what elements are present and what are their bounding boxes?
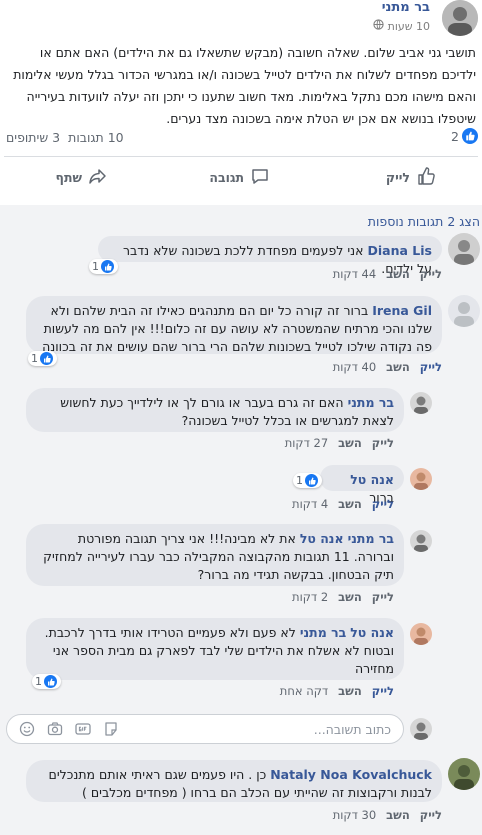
- reply-avatar[interactable]: [410, 392, 432, 414]
- comment-reactions[interactable]: 1: [89, 259, 118, 274]
- comment-meta: לייק השב 40 דקות: [333, 360, 442, 374]
- comment-reply-button[interactable]: השב: [386, 808, 410, 822]
- comment-author[interactable]: Diana Lis: [368, 243, 432, 258]
- composer-tools: [19, 721, 119, 740]
- gif-icon[interactable]: [75, 721, 91, 740]
- comment-meta: לייק השב 30 דקות: [333, 808, 442, 822]
- reply-placeholder: כתוב תשובה...: [313, 722, 391, 737]
- current-user-avatar: [410, 718, 432, 740]
- comment-time[interactable]: דקה אחת: [280, 684, 328, 698]
- divider: [4, 156, 478, 157]
- comment-like-button[interactable]: לייק: [420, 360, 442, 374]
- share-arrow-icon: [88, 166, 108, 189]
- comment-button[interactable]: תגובה: [209, 166, 270, 189]
- comment-meta: לייק השב דקה אחת: [280, 684, 394, 698]
- comment-meta: לייק השב 27 דקות: [285, 436, 394, 450]
- mentioned-user[interactable]: בר מתני: [300, 625, 346, 640]
- shares-count[interactable]: 3 שיתופים: [6, 130, 60, 145]
- post-header: בר מתני 10 שעות: [0, 0, 482, 40]
- comment-reply-button[interactable]: השב: [338, 497, 362, 511]
- comment-bubble: בר מתני אנה טל את לא מבינה!!! אני צריך ת…: [26, 524, 404, 586]
- comment-reactions[interactable]: 1: [32, 674, 61, 689]
- comment-time[interactable]: 40 דקות: [333, 360, 376, 374]
- reply-avatar[interactable]: [410, 623, 432, 645]
- comment-author[interactable]: בר מתני: [348, 531, 394, 546]
- comment-reply-button[interactable]: השב: [338, 590, 362, 604]
- comment-reactions[interactable]: 1: [28, 351, 57, 366]
- reaction-count: 1: [31, 352, 38, 365]
- comment-like-button[interactable]: לייק: [372, 590, 394, 604]
- commenter-avatar[interactable]: [448, 233, 480, 265]
- like-reaction-icon: [44, 675, 57, 688]
- post-timestamp[interactable]: 10 שעות: [372, 19, 430, 33]
- comment-like-button[interactable]: לייק: [372, 684, 394, 698]
- comment-label: תגובה: [209, 170, 244, 185]
- comment-bubble: Nataly Noa Kovalchuck כן . היו פעמים שגם…: [26, 760, 442, 802]
- like-reaction-icon: [101, 260, 114, 273]
- comment-reply-button[interactable]: השב: [386, 267, 410, 281]
- comment-icon: [250, 166, 270, 189]
- comment-author[interactable]: אנה טל: [350, 625, 394, 640]
- comment-like-button[interactable]: לייק: [420, 808, 442, 822]
- comment-author[interactable]: אנה טל: [350, 472, 394, 487]
- commenter-avatar[interactable]: [448, 758, 480, 790]
- post-time-text: 10 שעות: [387, 19, 430, 33]
- comment-bubble: אנה טל ברור: [320, 465, 404, 505]
- comment-meta: לייק השב 4 דקות: [292, 497, 394, 511]
- reaction-count: 1: [296, 474, 303, 487]
- comment-bubble: בר מתני האם זה גרם בעבר או גורם לך או לי…: [26, 388, 404, 432]
- comment-time[interactable]: 44 דקות: [333, 267, 376, 281]
- share-label: שתף: [55, 170, 82, 185]
- comment-like-button[interactable]: לייק: [372, 436, 394, 450]
- like-reaction-icon: [305, 474, 318, 487]
- like-reaction-icon: [40, 352, 53, 365]
- reactions-summary[interactable]: 2: [451, 128, 478, 144]
- reply-avatar[interactable]: [410, 468, 432, 490]
- comment-reply-button[interactable]: השב: [338, 436, 362, 450]
- reply-input[interactable]: כתוב תשובה...: [6, 714, 404, 744]
- reaction-count: 1: [92, 260, 99, 273]
- comment-author[interactable]: Nataly Noa Kovalchuck: [270, 767, 432, 782]
- comment-meta: לייק השב 44 דקות: [333, 267, 442, 281]
- sticker-icon[interactable]: [103, 721, 119, 740]
- author-avatar[interactable]: [442, 0, 478, 36]
- comment-text: האם זה גרם בעבר או גורם לך או לילדייך כע…: [60, 395, 394, 428]
- view-more-comments-link[interactable]: הצג 2 תגובות נוספות: [368, 214, 480, 229]
- post-author-name[interactable]: בר מתני: [382, 0, 430, 15]
- post-stats: 10 תגובות 3 שיתופים 2: [0, 128, 482, 150]
- comment-bubble: Diana Lis אני לפעמים מפחדת ללכת בשכונה ש…: [98, 236, 442, 276]
- post-action-bar: לייק תגובה שתף: [0, 166, 482, 196]
- comment-like-button[interactable]: לייק: [420, 267, 442, 281]
- comment-time[interactable]: 27 דקות: [285, 436, 328, 450]
- comment-time[interactable]: 4 דקות: [292, 497, 328, 511]
- like-button[interactable]: לייק: [386, 166, 436, 189]
- reply-avatar[interactable]: [410, 530, 432, 552]
- commenter-avatar[interactable]: [448, 295, 480, 327]
- comment-reply-button[interactable]: השב: [386, 360, 410, 374]
- share-button[interactable]: שתף: [56, 166, 108, 189]
- comment-reply-button[interactable]: השב: [338, 684, 362, 698]
- globe-icon: [372, 19, 384, 33]
- emoji-icon[interactable]: [19, 721, 35, 740]
- camera-icon[interactable]: [47, 721, 63, 740]
- reaction-count: 1: [35, 675, 42, 688]
- comment-meta: לייק השב 2 דקות: [292, 590, 394, 604]
- mentioned-user[interactable]: אנה טל: [300, 531, 344, 546]
- comment-time[interactable]: 2 דקות: [292, 590, 328, 604]
- thumbs-up-icon: [416, 166, 436, 189]
- comment-reactions[interactable]: 1: [293, 473, 322, 488]
- post-body: תושבי גני אביב שלום. שאלה חשובה (מבקש שת…: [13, 45, 476, 126]
- comment-time[interactable]: 30 דקות: [333, 808, 376, 822]
- comment-bubble: Irena Gil ברור זה קורה כל יום הם מתנהגים…: [26, 296, 442, 354]
- comment-author[interactable]: Irena Gil: [372, 303, 432, 318]
- like-reaction-icon: [462, 128, 478, 144]
- comment-author[interactable]: בר מתני: [348, 395, 394, 410]
- comment-like-button[interactable]: לייק: [372, 497, 394, 511]
- comment-share-counts: 10 תגובות 3 שיתופים: [6, 130, 124, 145]
- like-label: לייק: [385, 170, 410, 185]
- comment-bubble: אנה טל בר מתני לא פעם ולא פעמיים הטרידו …: [26, 618, 404, 680]
- comments-count[interactable]: 10 תגובות: [68, 130, 124, 145]
- likes-count: 2: [451, 128, 459, 144]
